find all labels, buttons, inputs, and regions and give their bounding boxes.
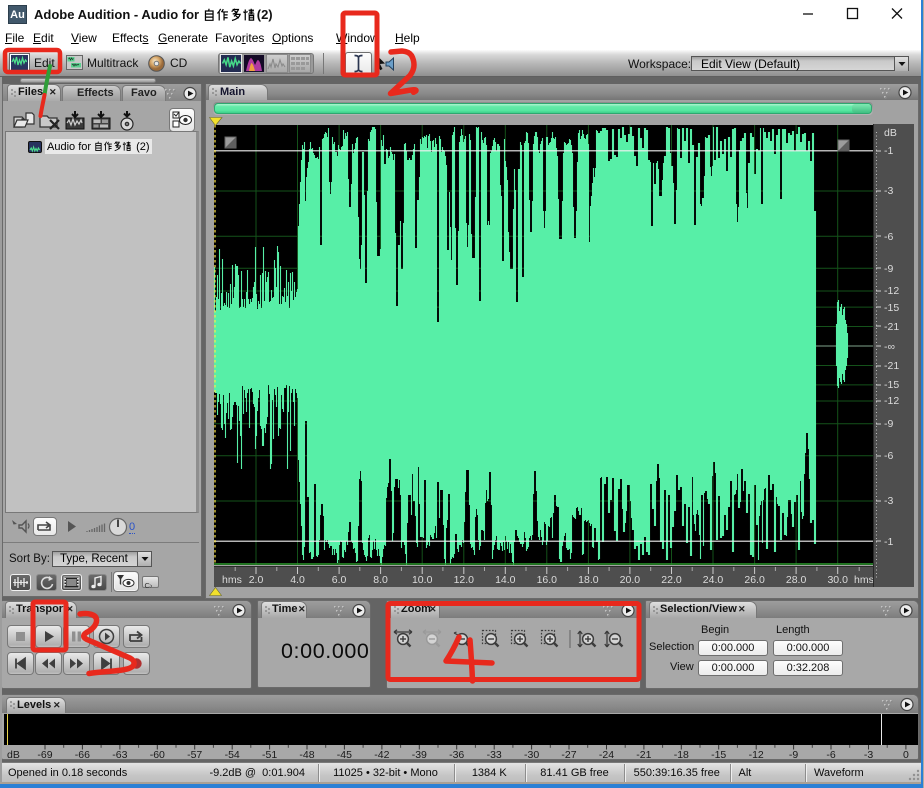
svg-text:12.0: 12.0	[454, 574, 475, 586]
svg-text:8.0: 8.0	[373, 574, 388, 586]
svg-text:-36: -36	[449, 749, 464, 760]
svg-text:4.0: 4.0	[290, 574, 305, 586]
svg-text:20.0: 20.0	[620, 574, 641, 586]
svg-text:hms: hms	[222, 574, 242, 586]
svg-text:14.0: 14.0	[495, 574, 516, 586]
svg-text:hms: hms	[854, 574, 873, 586]
svg-text:-69: -69	[37, 749, 52, 760]
svg-text:-39: -39	[412, 749, 427, 760]
svg-text:16.0: 16.0	[537, 574, 558, 586]
svg-text:-66: -66	[75, 749, 90, 760]
svg-text:-∞: -∞	[884, 341, 895, 353]
svg-text:-1: -1	[884, 536, 893, 548]
svg-text:-15: -15	[711, 749, 726, 760]
svg-text:-42: -42	[374, 749, 389, 760]
svg-text:-12: -12	[884, 395, 899, 407]
svg-text:-60: -60	[150, 749, 165, 760]
svg-text:26.0: 26.0	[744, 574, 765, 586]
svg-text:-18: -18	[674, 749, 689, 760]
svg-text:-9: -9	[884, 263, 893, 275]
svg-text:-15: -15	[884, 379, 899, 391]
svg-text:-12: -12	[749, 749, 764, 760]
svg-text:-51: -51	[262, 749, 277, 760]
svg-text:-21: -21	[884, 321, 899, 333]
svg-text:-24: -24	[599, 749, 614, 760]
svg-text:dB: dB	[884, 127, 897, 139]
svg-text:-21: -21	[884, 360, 899, 372]
svg-text:-9: -9	[884, 418, 893, 430]
svg-text:-6: -6	[884, 231, 893, 243]
svg-text:2.0: 2.0	[249, 574, 264, 586]
svg-text:-3: -3	[884, 185, 893, 197]
svg-text:C›: C›	[145, 581, 153, 590]
svg-text:10.0: 10.0	[412, 574, 433, 586]
svg-text:-1: -1	[884, 145, 893, 157]
svg-text:18.0: 18.0	[578, 574, 599, 586]
svg-text:28.0: 28.0	[786, 574, 807, 586]
svg-text:-6: -6	[826, 749, 835, 760]
svg-text:-45: -45	[337, 749, 352, 760]
svg-text:-33: -33	[487, 749, 502, 760]
svg-text:-6: -6	[884, 450, 893, 462]
svg-text:-3: -3	[864, 749, 873, 760]
svg-text:-57: -57	[187, 749, 202, 760]
svg-text:-30: -30	[524, 749, 539, 760]
svg-text:24.0: 24.0	[703, 574, 724, 586]
svg-text:0: 0	[903, 749, 909, 760]
svg-text:dB: dB	[7, 749, 20, 760]
svg-text:6.0: 6.0	[332, 574, 347, 586]
svg-text:-21: -21	[636, 749, 651, 760]
svg-text:-3: -3	[884, 495, 893, 507]
svg-text:22.0: 22.0	[661, 574, 682, 586]
svg-text:-15: -15	[884, 302, 899, 314]
svg-text:30.0: 30.0	[827, 574, 848, 586]
svg-text:-63: -63	[112, 749, 127, 760]
svg-text:-48: -48	[299, 749, 314, 760]
svg-text:-27: -27	[561, 749, 576, 760]
svg-text:-9: -9	[789, 749, 798, 760]
svg-text:-12: -12	[884, 285, 899, 297]
svg-text:-54: -54	[225, 749, 240, 760]
